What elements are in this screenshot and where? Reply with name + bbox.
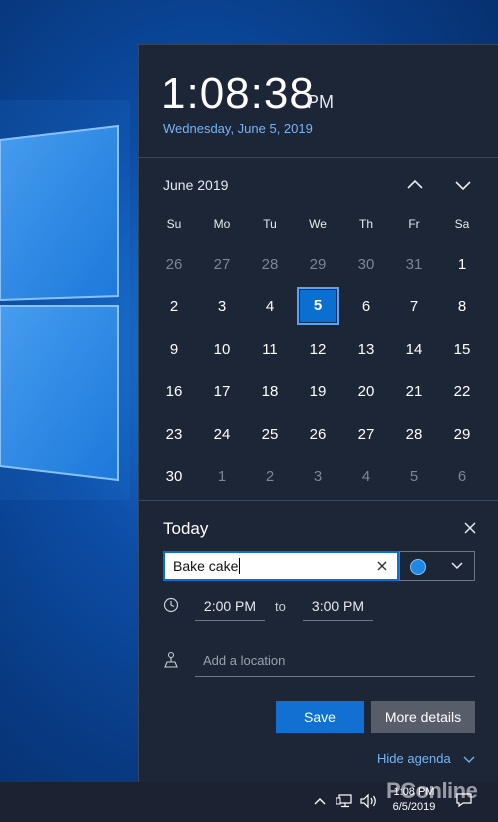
calendar-day[interactable]: 14 [390,328,438,371]
calendar-day[interactable]: 18 [246,371,294,414]
weekday-label: Tu [263,217,277,231]
clock-icon [163,597,179,613]
volume-icon[interactable] [360,793,378,809]
calendar-day[interactable]: 4 [342,456,390,499]
weekday-label: Sa [454,217,470,231]
divider [139,500,498,501]
calendar-day[interactable]: 1 [438,243,486,286]
calendar-day[interactable]: 11 [246,328,294,371]
calendar-day[interactable]: 9 [150,328,198,371]
divider [139,157,498,158]
save-button[interactable]: Save [276,701,364,733]
calendar-day[interactable]: 16 [150,371,198,414]
calendar-day[interactable]: 24 [198,413,246,456]
more-details-button[interactable]: More details [371,701,475,733]
agenda-title: Today [163,519,209,538]
weekday-label: Th [358,217,373,231]
network-icon[interactable] [336,794,354,808]
text-caret [239,558,241,574]
calendar-week: 9 10 11 12 13 14 15 [150,328,486,371]
selected-day-label: 5 [297,286,339,325]
clock-ampm: PM [307,92,334,112]
calendar-day[interactable]: 2 [246,456,294,499]
color-swatch [410,559,426,575]
event-title-text: Bake cake [173,558,239,574]
calendar-day[interactable]: 4 [246,286,294,329]
chevron-down-icon [451,562,463,570]
calendar-day[interactable]: 23 [150,413,198,456]
calendar-day[interactable]: 31 [390,243,438,286]
weekday-label: Fr [408,217,420,231]
chevron-up-icon[interactable] [314,797,326,805]
calendar-week: 26 27 28 29 30 31 1 [150,243,486,286]
clock-time: 1:08:38 [161,69,315,118]
calendar-day[interactable]: 26 [294,413,342,456]
calendar-day[interactable]: 21 [390,371,438,414]
calendar-day[interactable]: 3 [198,286,246,329]
calendar-day[interactable]: 30 [342,243,390,286]
calendar-day[interactable]: 10 [198,328,246,371]
calendar-day[interactable]: 30 [150,456,198,499]
notification-icon[interactable] [456,792,472,808]
calendar-day[interactable]: 13 [342,328,390,371]
chevron-down-icon[interactable] [463,756,475,764]
calendar-day[interactable]: 19 [294,371,342,414]
date-link[interactable]: Wednesday, June 5, 2019 [163,121,313,136]
close-icon[interactable] [463,521,477,535]
start-time-picker[interactable]: 2:00 PM [195,595,265,621]
calendar-day[interactable]: 17 [198,371,246,414]
calendar-day-selected[interactable]: 5 [294,286,342,329]
calendar-day[interactable]: 20 [342,371,390,414]
calendar-day[interactable]: 27 [198,243,246,286]
chevron-up-icon[interactable] [401,173,429,197]
calendar-day[interactable]: 29 [294,243,342,286]
calendar-day[interactable]: 25 [246,413,294,456]
calendar-day[interactable]: 15 [438,328,486,371]
weekday-label: Su [166,217,182,231]
calendar-day[interactable]: 12 [294,328,342,371]
calendar-day[interactable]: 28 [390,413,438,456]
hide-agenda-link[interactable]: Hide agenda [377,751,451,766]
calendar-grid: 26 27 28 29 30 31 1 2 3 4 5 6 7 8 9 10 1… [150,243,486,498]
weekday-header: Su Mo Tu We Th Fr Sa [150,217,486,231]
location-input[interactable]: Add a location [195,649,475,677]
calendar-day[interactable]: 2 [150,286,198,329]
calendar-day[interactable]: 28 [246,243,294,286]
calendar-day[interactable]: 7 [390,286,438,329]
calendar-day[interactable]: 6 [438,456,486,499]
calendar-day[interactable]: 22 [438,371,486,414]
weekday-label: Mo [213,217,231,231]
chevron-down-icon[interactable] [449,173,477,197]
month-label[interactable]: June 2019 [163,177,228,193]
calendar-day[interactable]: 6 [342,286,390,329]
calendar-day[interactable]: 27 [342,413,390,456]
calendar-week: 16 17 18 19 20 21 22 [150,371,486,414]
weekday-label: We [309,217,327,231]
calendar-day[interactable]: 8 [438,286,486,329]
calendar-day[interactable]: 3 [294,456,342,499]
event-color-picker[interactable] [399,551,475,581]
calendar-day[interactable]: 29 [438,413,486,456]
calendar-week: 23 24 25 26 27 28 29 [150,413,486,456]
calendar-day[interactable]: 1 [198,456,246,499]
calendar-day[interactable]: 26 [150,243,198,286]
clock-calendar-flyout: 1:08:38 PM Wednesday, June 5, 2019 June … [138,44,498,782]
calendar-day[interactable]: 5 [390,456,438,499]
clear-icon[interactable] [377,561,387,571]
time-to-label: to [275,599,286,614]
location-pin-icon [164,651,178,668]
event-title-input[interactable]: Bake cake [163,551,399,581]
calendar-week: 2 3 4 5 6 7 8 [150,286,486,329]
calendar-week: 30 1 2 3 4 5 6 [150,456,486,499]
end-time-picker[interactable]: 3:00 PM [303,595,373,621]
